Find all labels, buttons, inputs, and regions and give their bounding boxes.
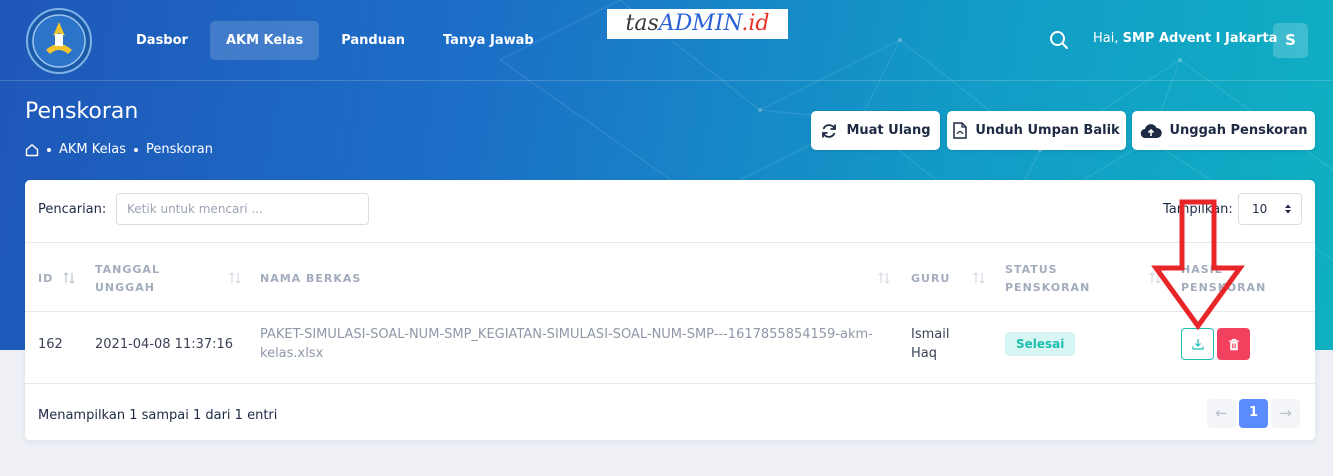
reload-button[interactable]: Muat Ulang: [811, 111, 940, 150]
nav-dasbor[interactable]: Dasbor: [120, 21, 204, 60]
download-result-button[interactable]: [1181, 328, 1214, 360]
page-size-select[interactable]: 10: [1238, 193, 1302, 225]
search-input[interactable]: [116, 193, 369, 225]
table-divider: [25, 242, 1315, 243]
breadcrumb-akm-kelas[interactable]: AKM Kelas: [59, 142, 126, 157]
page-1-button[interactable]: 1: [1239, 399, 1268, 428]
cloud-upload-icon: [1140, 123, 1162, 138]
prev-page-button[interactable]: ←: [1207, 399, 1236, 428]
cell-nama-berkas: PAKET-SIMULASI-SOAL-NUM-SMP_KEGIATAN-SIM…: [260, 327, 873, 361]
header-divider: [0, 80, 1333, 81]
page-title: Penskoran: [25, 99, 139, 124]
next-page-button[interactable]: →: [1271, 399, 1300, 428]
column-header-nama-berkas[interactable]: NAMA BERKAS: [260, 270, 361, 288]
breadcrumb-separator: [47, 147, 51, 152]
watermark: tasADMIN.id: [607, 9, 788, 39]
avatar[interactable]: S: [1273, 23, 1308, 58]
nav-tanya-jawab[interactable]: Tanya Jawab: [427, 21, 550, 60]
home-icon[interactable]: [25, 143, 39, 157]
cell-id: 162: [38, 337, 63, 352]
entries-info: Menampilkan 1 sampai 1 dari 1 entri: [38, 408, 278, 423]
column-header-id[interactable]: ID: [38, 270, 53, 288]
tut-wuri-handayani-logo[interactable]: [26, 8, 92, 74]
breadcrumb-penskoran: Penskoran: [146, 142, 213, 157]
main-nav: Dasbor AKM Kelas Panduan Tanya Jawab: [120, 21, 550, 60]
select-caret-icon: [1285, 204, 1291, 214]
refresh-icon: [822, 123, 837, 138]
table-divider: [25, 311, 1315, 312]
status-badge: Selesai: [1005, 332, 1076, 356]
column-header-guru[interactable]: GURU: [911, 270, 950, 288]
sort-icon[interactable]: [878, 272, 890, 284]
download-icon: [1191, 339, 1204, 350]
sort-icon[interactable]: [229, 272, 241, 284]
search-icon[interactable]: [1049, 30, 1069, 50]
cell-guru: Ismail Haq: [911, 327, 950, 361]
scoring-table-card: Pencarian: Tampilkan: 10 ID TANGGALUNGGA…: [25, 180, 1315, 440]
upload-scoring-button[interactable]: Unggah Penskoran: [1132, 111, 1315, 150]
sort-icon[interactable]: [63, 272, 75, 284]
column-header-tanggal[interactable]: TANGGAL UNGGAH: [95, 261, 160, 297]
trash-icon: [1228, 338, 1239, 350]
breadcrumb-separator: [134, 147, 138, 152]
cell-tanggal: 2021-04-08 11:37:16: [95, 337, 234, 352]
pdf-file-icon: [953, 122, 968, 139]
annotation-arrow: [1151, 199, 1245, 331]
breadcrumb: AKM Kelas Penskoran: [25, 142, 213, 157]
nav-akm-kelas[interactable]: AKM Kelas: [209, 21, 320, 60]
nav-panduan[interactable]: Panduan: [325, 21, 421, 60]
user-greeting: Hai, SMP Advent I Jakarta: [1093, 31, 1278, 46]
pagination: ← 1 →: [1207, 399, 1300, 428]
table-divider: [25, 383, 1315, 384]
download-feedback-button[interactable]: Unduh Umpan Balik: [947, 111, 1126, 150]
delete-button[interactable]: [1217, 328, 1250, 360]
column-header-status[interactable]: STATUS PENSKORAN: [1005, 261, 1090, 297]
sort-icon[interactable]: [973, 272, 985, 284]
search-label: Pencarian:: [38, 202, 107, 217]
